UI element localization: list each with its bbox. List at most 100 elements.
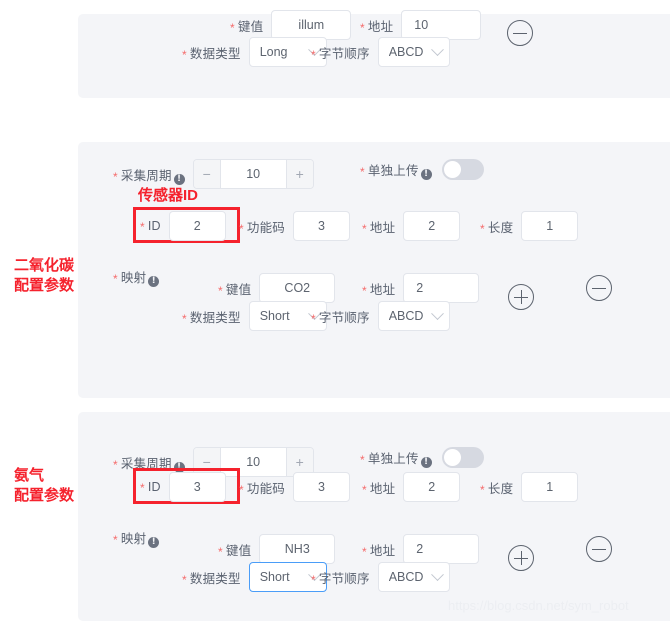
required-asterisk: * — [480, 482, 485, 497]
remove-sensor-button-co2[interactable] — [586, 275, 612, 301]
co2-keyvalue-row: * 键值 CO2 — [218, 273, 336, 303]
co2-separate-upload-row: * 单独上传! — [360, 159, 484, 180]
co2-collect-period-stepper[interactable]: − 10 + — [192, 159, 314, 189]
nh3-functioncode-input[interactable]: 3 — [292, 472, 350, 502]
stepper-value[interactable]: 10 — [221, 455, 286, 469]
required-asterisk: * — [362, 221, 367, 236]
required-asterisk: * — [362, 482, 367, 497]
required-asterisk: * — [230, 20, 235, 35]
co2-mapping-address-row: * 地址 2 — [362, 273, 480, 303]
chevron-down-icon — [430, 567, 444, 581]
illum-byteorder-select[interactable]: ABCD — [377, 37, 450, 67]
nh3-length-row: * 长度 1 — [480, 472, 579, 502]
id-label: * ID — [140, 219, 161, 234]
co2-functioncode-row: * 功能码 3 — [239, 211, 350, 241]
nh3-mapping-label-row: * 映射! — [113, 528, 160, 548]
nh3-mapping-address-input[interactable]: 2 — [403, 534, 480, 564]
required-asterisk: * — [362, 544, 367, 559]
function-code-label: * 功能码 — [239, 481, 285, 497]
byte-order-label: * 字节顺序 — [311, 46, 370, 62]
illum-keyvalue-input[interactable]: illum — [271, 10, 352, 40]
address-label: * 地址 — [362, 282, 396, 298]
illum-address-input[interactable]: 10 — [401, 10, 482, 40]
collect-period-label: * 采集周期! — [113, 165, 185, 185]
co2-byteorder-select[interactable]: ABCD — [377, 301, 450, 331]
illum-datatype-row: * 数据类型 Long — [182, 37, 327, 67]
co2-mapping-address-input[interactable]: 2 — [403, 273, 480, 303]
nh3-keyvalue-row: * 键值 NH3 — [218, 534, 336, 564]
required-asterisk: * — [239, 221, 244, 236]
nh3-separate-upload-toggle[interactable] — [441, 447, 484, 468]
function-code-label: * 功能码 — [239, 220, 285, 236]
nh3-address-row: * 地址 2 — [362, 472, 461, 502]
data-type-label: * 数据类型 — [182, 571, 241, 587]
annotation-sensor-id: 传感器ID — [138, 187, 199, 204]
nh3-length-input[interactable]: 1 — [521, 472, 579, 502]
co2-address-row: * 地址 2 — [362, 211, 461, 241]
chevron-down-icon — [430, 42, 444, 56]
co2-address-input[interactable]: 2 — [403, 211, 461, 241]
toggle-knob — [443, 161, 461, 178]
nh3-keyvalue-input[interactable]: NH3 — [259, 534, 336, 564]
length-label: * 长度 — [480, 220, 514, 236]
co2-mapping-label-row: * 映射! — [113, 267, 160, 287]
nh3-byteorder-select[interactable]: ABCD — [377, 562, 450, 592]
required-asterisk: * — [140, 220, 145, 234]
stepper-value[interactable]: 10 — [221, 167, 286, 181]
mapping-label: * 映射! — [113, 528, 160, 548]
data-type-label: * 数据类型 — [182, 310, 241, 326]
co2-length-input[interactable]: 1 — [521, 211, 579, 241]
co2-id-input[interactable]: 2 — [168, 211, 226, 241]
required-asterisk: * — [239, 482, 244, 497]
co2-separate-upload-toggle[interactable] — [441, 159, 484, 180]
stepper-decrement-button[interactable]: − — [193, 160, 221, 188]
required-asterisk: * — [311, 311, 316, 326]
nh3-mapping-address-row: * 地址 2 — [362, 534, 480, 564]
co2-functioncode-input[interactable]: 3 — [292, 211, 350, 241]
info-icon: ! — [148, 537, 160, 548]
annotation-nh3-config: 氨气 配置参数 — [14, 467, 75, 504]
required-asterisk: * — [113, 272, 118, 286]
watermark-text: https://blog.csdn.net/sym_robot — [448, 598, 629, 613]
info-icon: ! — [420, 169, 432, 180]
nh3-id-input[interactable]: 3 — [168, 472, 226, 502]
required-asterisk: * — [311, 572, 316, 587]
add-mapping-button-nh3[interactable] — [508, 545, 534, 571]
nh3-address-input[interactable]: 2 — [403, 472, 461, 502]
address-label: * 地址 — [362, 543, 396, 559]
separate-upload-label: * 单独上传! — [360, 448, 432, 468]
illum-address-row: * 地址 10 — [360, 10, 482, 40]
required-asterisk: * — [360, 453, 365, 467]
id-label: * ID — [140, 480, 161, 495]
data-type-label: * 数据类型 — [182, 46, 241, 62]
required-asterisk: * — [218, 283, 223, 298]
nh3-datatype-row: * 数据类型 Short — [182, 562, 327, 592]
info-icon: ! — [420, 457, 432, 468]
illum-byteorder-row: * 字节顺序 ABCD — [311, 37, 450, 67]
nh3-id-row: * ID 3 — [140, 472, 226, 502]
required-asterisk: * — [182, 47, 187, 62]
required-asterisk: * — [182, 311, 187, 326]
nh3-separate-upload-row: * 单独上传! — [360, 447, 484, 468]
required-asterisk: * — [311, 47, 316, 62]
address-label: * 地址 — [362, 481, 396, 497]
add-mapping-button-co2[interactable] — [508, 284, 534, 310]
toggle-knob — [443, 449, 461, 466]
co2-datatype-row: * 数据类型 Short — [182, 301, 327, 331]
stepper-increment-button[interactable]: + — [285, 160, 313, 188]
co2-collect-period-row: * 采集周期! − 10 + — [113, 159, 314, 189]
page-root: * 键值 illum * 地址 10 * 数据类型 Long * 字节顺序 ABCD 二… — [0, 0, 670, 621]
info-icon: ! — [148, 276, 160, 287]
info-icon: ! — [173, 173, 185, 185]
key-value-label: * 键值 — [218, 282, 252, 298]
remove-mapping-button-illum[interactable] — [507, 20, 533, 46]
co2-id-row: * ID 2 — [140, 211, 226, 241]
required-asterisk: * — [360, 165, 365, 179]
co2-keyvalue-input[interactable]: CO2 — [259, 273, 336, 303]
address-label: * 地址 — [360, 19, 394, 35]
required-asterisk: * — [140, 481, 145, 495]
byte-order-label: * 字节顺序 — [311, 571, 370, 587]
length-label: * 长度 — [480, 481, 514, 497]
remove-sensor-button-nh3[interactable] — [586, 536, 612, 562]
required-asterisk: * — [218, 544, 223, 559]
